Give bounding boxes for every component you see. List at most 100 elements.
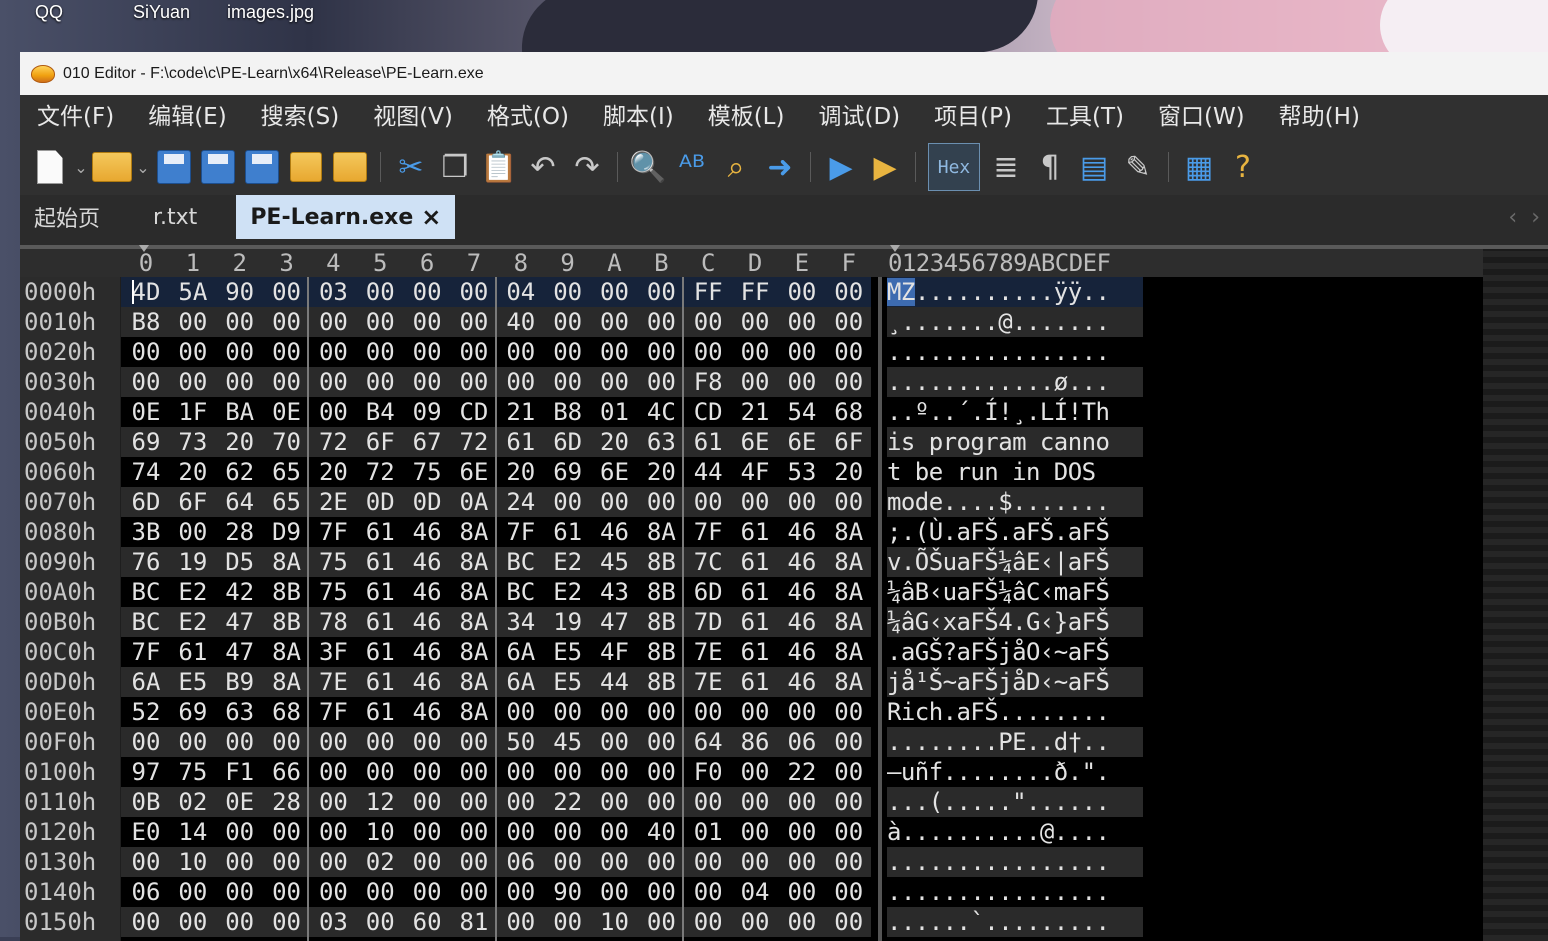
hex-byte[interactable]: E2 [545,547,591,577]
hex-byte[interactable]: 86 [732,727,778,757]
hex-byte[interactable]: 00 [545,757,591,787]
hex-byte[interactable]: 00 [310,847,356,877]
hex-byte[interactable]: 00 [545,697,591,727]
hex-byte[interactable]: E5 [545,637,591,667]
hex-byte[interactable]: 00 [592,787,638,817]
hex-byte[interactable]: 46 [592,517,638,547]
hex-byte[interactable]: D9 [264,517,310,547]
hex-byte[interactable]: 00 [638,367,684,397]
ascii-text[interactable]: ............ø... [887,367,1143,397]
hex-byte[interactable]: 75 [310,547,356,577]
hex-byte[interactable]: 19 [170,547,216,577]
menu-item[interactable]: 窗口(W) [1141,95,1262,139]
hex-byte[interactable]: 00 [357,367,403,397]
hex-byte[interactable]: 00 [826,847,871,877]
open-file-icon[interactable] [90,145,134,189]
ascii-text[interactable]: à..........@.... [887,817,1143,847]
hex-byte[interactable]: BC [498,547,544,577]
hex-byte[interactable]: 90 [217,277,263,307]
hex-byte[interactable]: 00 [498,757,544,787]
hex-byte[interactable]: 61 [545,517,591,547]
hex-byte[interactable]: 8A [826,607,871,637]
hex-byte[interactable]: 00 [264,277,310,307]
highlight-icon[interactable]: ✎ [1116,145,1160,189]
copy-icon[interactable]: ❐ [433,145,477,189]
hex-byte[interactable]: 00 [779,907,825,937]
close-tab-icon[interactable]: × [421,203,441,231]
menu-item[interactable]: 帮助(H) [1262,95,1377,139]
hex-byte[interactable]: 7F [498,517,544,547]
hex-byte[interactable]: 00 [451,817,497,847]
hex-byte[interactable]: 00 [310,367,356,397]
hex-byte[interactable]: 00 [732,817,778,847]
hex-byte[interactable]: 68 [826,397,871,427]
ascii-text[interactable]: ¼âB‹uaFŠ¼âC‹maFŠ [887,577,1143,607]
hex-byte[interactable]: 00 [638,877,684,907]
hex-byte[interactable]: 00 [170,877,216,907]
hex-byte[interactable]: 00 [357,727,403,757]
hex-byte[interactable]: 00 [404,277,450,307]
hex-byte[interactable]: D5 [217,547,263,577]
hex-byte[interactable]: 6F [357,427,403,457]
hex-byte[interactable]: 8B [638,577,684,607]
hex-byte[interactable]: 00 [170,517,216,547]
ascii-text[interactable]: ......`......... [887,907,1143,937]
hex-byte[interactable]: B9 [217,667,263,697]
menu-item[interactable]: 编辑(E) [131,95,243,139]
hex-byte[interactable]: 04 [498,277,544,307]
hex-byte[interactable]: BC [123,577,169,607]
save-all-icon[interactable] [240,145,284,189]
hex-byte[interactable]: 0E [123,397,169,427]
hex-byte[interactable]: 00 [826,487,871,517]
ascii-text[interactable]: t be run in DOS [887,457,1143,487]
hex-byte[interactable]: 00 [310,727,356,757]
hex-byte[interactable]: 46 [404,637,450,667]
hex-byte-area[interactable]: 4D 5A 90 00 03 00 00 00 04 00 00 00 FF FF 00 00 B8 00 00 00… [121,277,871,941]
hex-byte[interactable]: 47 [217,607,263,637]
hex-byte[interactable]: 61 [170,637,216,667]
hex-byte[interactable]: 00 [592,847,638,877]
hex-byte[interactable]: 00 [498,817,544,847]
hex-byte[interactable]: 00 [592,697,638,727]
hex-byte[interactable]: 0E [264,397,310,427]
run-template-icon[interactable]: ▶ [863,145,907,189]
hex-byte[interactable]: 10 [170,847,216,877]
hex-byte[interactable]: 20 [217,427,263,457]
ascii-text[interactable]: ..º..´.Í!¸.LÍ!Th [887,397,1143,427]
hex-byte[interactable]: 52 [123,697,169,727]
hex-byte[interactable]: 3B [123,517,169,547]
hex-byte[interactable]: 00 [638,697,684,727]
hex-byte[interactable]: 00 [685,907,731,937]
hex-byte[interactable]: 20 [170,457,216,487]
ascii-text[interactable]: jå¹Š~aFŠjåD‹~aFŠ [887,667,1143,697]
hex-byte[interactable]: 00 [217,367,263,397]
hex-byte[interactable]: 0A [451,487,497,517]
hex-byte[interactable]: 6E [451,457,497,487]
hex-byte[interactable]: 46 [779,517,825,547]
hex-byte[interactable]: 61 [357,517,403,547]
hex-byte[interactable]: 78 [310,607,356,637]
hex-byte[interactable]: 00 [826,307,871,337]
hex-byte[interactable]: 00 [123,727,169,757]
hex-byte[interactable]: 00 [779,817,825,847]
hex-byte[interactable]: 46 [404,607,450,637]
hex-byte[interactable]: E2 [170,577,216,607]
hex-byte[interactable]: 70 [264,427,310,457]
hex-byte[interactable]: BA [217,397,263,427]
hex-byte[interactable]: 2E [310,487,356,517]
hex-byte[interactable]: 7C [685,547,731,577]
hex-byte[interactable]: 61 [732,637,778,667]
columns-icon[interactable]: ≣ [984,145,1028,189]
menu-item[interactable]: 脚本(I) [586,95,691,139]
desktop-icon-siyuan[interactable]: SiYuan [133,2,190,23]
hex-byte[interactable]: 7D [685,607,731,637]
hex-byte[interactable]: 0D [357,487,403,517]
hex-byte[interactable]: 00 [826,757,871,787]
hex-byte[interactable]: 00 [451,727,497,757]
hex-byte[interactable]: 00 [264,847,310,877]
hex-byte[interactable]: 46 [779,607,825,637]
hex-byte[interactable]: 00 [826,787,871,817]
hex-byte[interactable]: 53 [779,457,825,487]
hex-byte[interactable]: F0 [685,757,731,787]
hex-byte[interactable]: 4D [123,277,169,307]
